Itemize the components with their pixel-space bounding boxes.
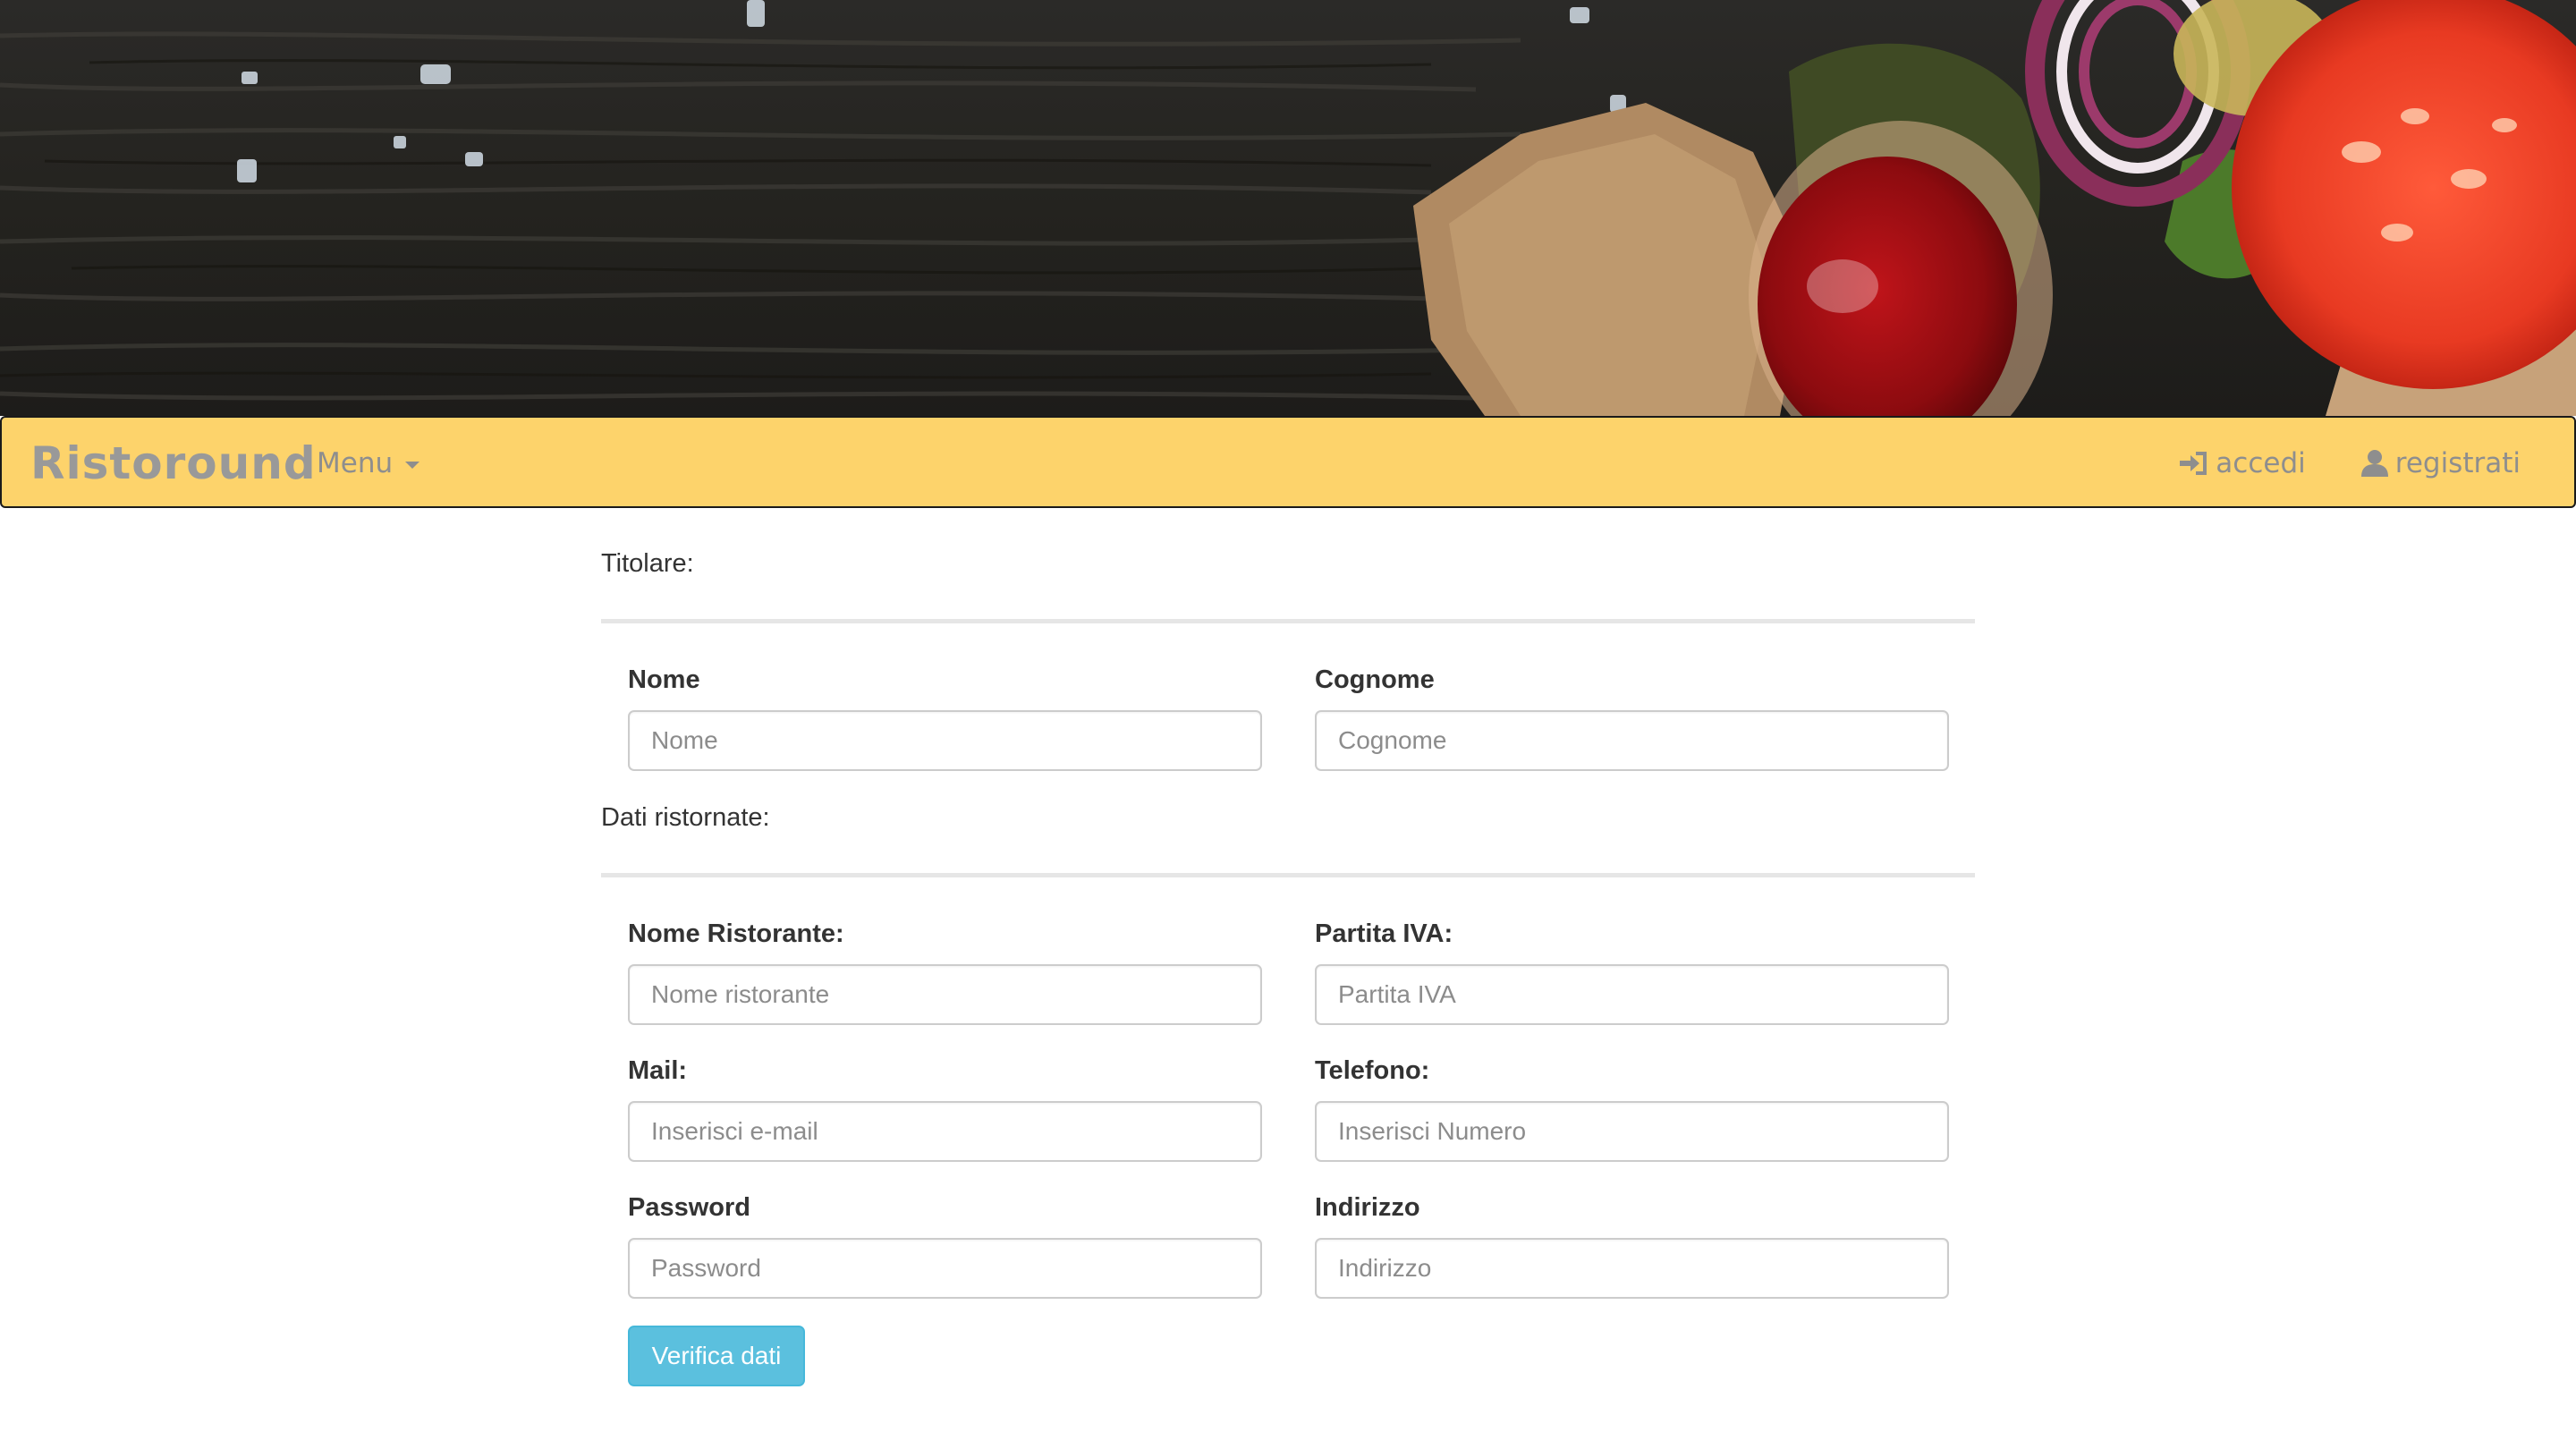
label-mail: Mail: — [628, 1056, 688, 1085]
section-title-owner: Titolare: — [601, 549, 694, 578]
nome-input[interactable] — [628, 710, 1262, 771]
telefono-input[interactable] — [1315, 1101, 1949, 1162]
label-telefono: Telefono: — [1315, 1056, 1430, 1085]
register-link[interactable]: registrati — [2360, 447, 2521, 479]
divider — [601, 619, 1975, 623]
hero-banner — [0, 0, 2576, 416]
section-title-restaurant: Dati ristornate: — [601, 803, 770, 832]
password-input[interactable] — [628, 1238, 1262, 1299]
brand-logo[interactable]: Ristoround — [30, 434, 317, 493]
label-indirizzo: Indirizzo — [1315, 1193, 1420, 1222]
nav-right: accedi registrati — [2178, 434, 2521, 493]
log-in-icon — [2180, 452, 2207, 475]
register-label: registrati — [2394, 447, 2521, 479]
divider — [601, 873, 1975, 877]
menu-dropdown[interactable]: Menu — [317, 434, 420, 493]
label-cognome: Cognome — [1315, 665, 1435, 694]
label-nome-ristorante: Nome Ristorante: — [628, 919, 844, 948]
caret-down-icon — [405, 462, 420, 469]
navbar: Ristoround Menu accedi registrati — [0, 416, 2576, 508]
label-nome: Nome — [628, 665, 700, 694]
label-partita-iva: Partita IVA: — [1315, 919, 1453, 948]
label-password: Password — [628, 1193, 750, 1222]
login-link[interactable]: accedi — [2178, 447, 2306, 479]
verify-button[interactable]: Verifica dati — [628, 1326, 805, 1386]
hero-banner-image — [0, 0, 2576, 416]
indirizzo-input[interactable] — [1315, 1238, 1949, 1299]
cognome-input[interactable] — [1315, 710, 1949, 771]
partita-iva-input[interactable] — [1315, 964, 1949, 1025]
email-input[interactable] — [628, 1101, 1262, 1162]
user-icon — [2360, 450, 2388, 477]
menu-label: Menu — [317, 447, 394, 479]
nome-ristorante-input[interactable] — [628, 964, 1262, 1025]
login-label: accedi — [2216, 447, 2306, 479]
